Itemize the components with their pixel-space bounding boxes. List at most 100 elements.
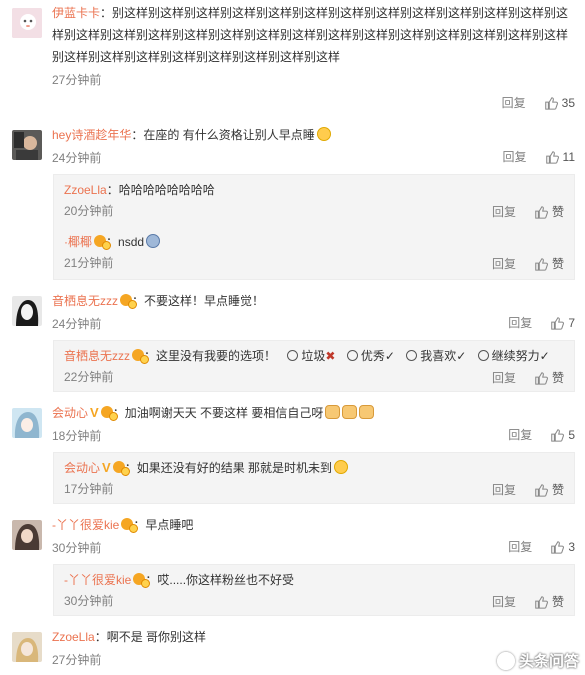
like-button[interactable]: 7 (550, 316, 575, 330)
reply-button[interactable]: 回复 (502, 94, 526, 111)
reply-button[interactable]: 回复 (492, 481, 516, 498)
thumbs-up-icon (535, 483, 548, 497)
username[interactable]: ZzoeLla (64, 183, 107, 197)
thumbs-up-icon (551, 428, 565, 442)
like-button[interactable]: 赞 (534, 255, 564, 272)
reply-button[interactable]: 回复 (492, 255, 516, 272)
avatar[interactable] (12, 520, 42, 550)
thumbs-up-icon (551, 540, 565, 554)
comment-text: 伊蓝卡卡：别这样别这样别这样别这样别这样别这样别这样别这样别这样别这样别这样别这… (52, 6, 569, 64)
thumbs-up-icon (535, 595, 548, 609)
comment-item: -丫丫很爱kie ：早点睡吧 30分钟前 回复 3 -丫丫很爱kie ：哎.....… (0, 512, 585, 620)
like-button[interactable]: 11 (545, 150, 575, 164)
like-label: 赞 (551, 595, 564, 609)
username[interactable]: 伊蓝卡卡 (52, 6, 100, 20)
username[interactable]: 会动心 (64, 461, 100, 475)
reply-item: 会动心 V ：如果还没有好的结果 那就是时机未到 17分钟前 回复 赞 (54, 453, 574, 505)
timestamp: 27分钟前 (52, 73, 102, 87)
reply-item: ·椰椰 ：nsdd 21分钟前 回复 赞 (54, 227, 574, 279)
like-button[interactable]: 赞 (534, 203, 564, 220)
reply-button[interactable]: 回复 (508, 314, 532, 331)
avatar[interactable] (12, 296, 42, 326)
radio-icon (346, 350, 358, 361)
like-count: 5 (568, 427, 575, 442)
radio-icon (287, 350, 299, 361)
timestamp: 30分钟前 (52, 541, 102, 555)
avatar[interactable] (12, 408, 42, 438)
username[interactable]: ·椰椰 (64, 235, 92, 249)
reply-actions: 回复 赞 (492, 255, 564, 272)
reply-button[interactable]: 回复 (503, 148, 527, 165)
comment-text: hey诗酒趁年华：在座的 有什么资格让别人早点睡 (52, 124, 575, 146)
reply-button[interactable]: 回复 (492, 203, 516, 220)
comment-actions: 回复 11 (503, 148, 575, 165)
fan-badge-icon (133, 573, 151, 588)
reply-item: ZzoeLla：哈哈哈哈哈哈哈哈 20分钟前 回复 赞 (54, 175, 574, 227)
like-label: 赞 (551, 205, 564, 219)
avatar[interactable] (12, 8, 42, 38)
fan-badge-icon (132, 349, 150, 364)
fan-badge-icon (112, 461, 130, 476)
like-button[interactable]: 5 (550, 428, 575, 442)
radio-icon (406, 350, 418, 361)
like-label: 赞 (551, 483, 564, 497)
username[interactable]: hey诗酒趁年华 (52, 128, 131, 142)
reply-thread: -丫丫很爱kie ：哎.....你这样粉丝也不好受 30分钟前 回复 赞 (53, 564, 575, 616)
fist-emoji-icon (325, 405, 341, 419)
username[interactable]: ZzoeLla (52, 630, 95, 644)
fan-badge-icon (120, 294, 138, 309)
username[interactable]: -丫丫很爱kie (52, 518, 119, 532)
comment-text: -丫丫很爱kie ：早点睡吧 (52, 518, 194, 533)
fan-badge-icon (121, 518, 139, 533)
like-button[interactable]: 赞 (534, 481, 564, 498)
username[interactable]: 会动心 (52, 406, 88, 420)
like-count: 35 (561, 95, 575, 110)
reply-button[interactable]: 回复 (492, 369, 516, 386)
verified-v-icon: V (90, 405, 99, 420)
reply-actions: 回复 赞 (492, 593, 564, 610)
comment-item: 会动心 V ：加油啊谢天天 不要这样 要相信自己呀 18分钟前 回复 5 会动心 V：… (0, 400, 585, 508)
thumbs-up-icon (545, 150, 559, 164)
reply-button[interactable]: 回复 (508, 426, 532, 443)
reply-button[interactable]: 回复 (508, 538, 532, 555)
like-count: 11 (562, 149, 575, 164)
like-button[interactable]: 赞 (534, 369, 564, 386)
timestamp: 24分钟前 (52, 317, 102, 331)
username[interactable]: 音栖息无zzz (52, 294, 118, 308)
like-button[interactable]: 35 (544, 96, 575, 110)
like-label: 赞 (551, 371, 564, 385)
reply-text: ZzoeLla：哈哈哈哈哈哈哈哈 (64, 183, 215, 197)
emoji-icon (334, 460, 349, 474)
like-button[interactable]: 赞 (534, 593, 564, 610)
reply-text: 会动心 V ：如果还没有好的结果 那就是时机未到 (64, 457, 574, 479)
thumbs-up-icon (535, 257, 548, 271)
comment-item: 伊蓝卡卡：别这样别这样别这样别这样别这样别这样别这样别这样别这样别这样别这样别这… (0, 0, 585, 120)
comment-actions: 回复 5 (508, 426, 575, 443)
comment-item: 音栖息无zzz ：不要这样！早点睡觉！ 24分钟前 回复 7 音栖息无zzz ：这里… (0, 288, 585, 396)
reply-button[interactable]: 回复 (492, 593, 516, 610)
reply-actions: 回复 赞 (492, 481, 564, 498)
comment-actions: 回复 35 (502, 94, 575, 111)
comment-actions: 回复 3 (508, 538, 575, 555)
fan-badge-icon (100, 406, 118, 421)
username[interactable]: -丫丫很爱kie (64, 573, 131, 587)
reply-text: -丫丫很爱kie ：哎.....你这样粉丝也不好受 (64, 573, 295, 588)
comment-actions: 回复 7 (508, 314, 575, 331)
watermark: 头条问答 (496, 650, 579, 671)
brand-logo-icon (496, 651, 515, 670)
fan-badge-icon (94, 235, 111, 250)
reply-item: 音栖息无zzz ：这里没有我要的选项！ 垃圾✖ 优秀✓ 我喜欢✓ 继续努力✓ 22… (54, 341, 574, 393)
avatar[interactable] (12, 632, 42, 662)
like-button[interactable]: 3 (550, 540, 575, 554)
radio-icon (477, 350, 489, 361)
reply-text: 音栖息无zzz ：这里没有我要的选项！ 垃圾✖ 优秀✓ 我喜欢✓ 继续努力✓ (64, 349, 550, 364)
timestamp: 18分钟前 (52, 429, 102, 443)
avatar[interactable] (12, 130, 42, 160)
like-count: 7 (568, 315, 575, 330)
fist-emoji-icon (359, 405, 375, 419)
thumbs-up-icon (551, 316, 565, 330)
like-count: 3 (568, 539, 575, 554)
fist-emoji-icon (342, 405, 358, 419)
username[interactable]: 音栖息无zzz (64, 349, 130, 363)
timestamp: 24分钟前 (52, 151, 102, 165)
